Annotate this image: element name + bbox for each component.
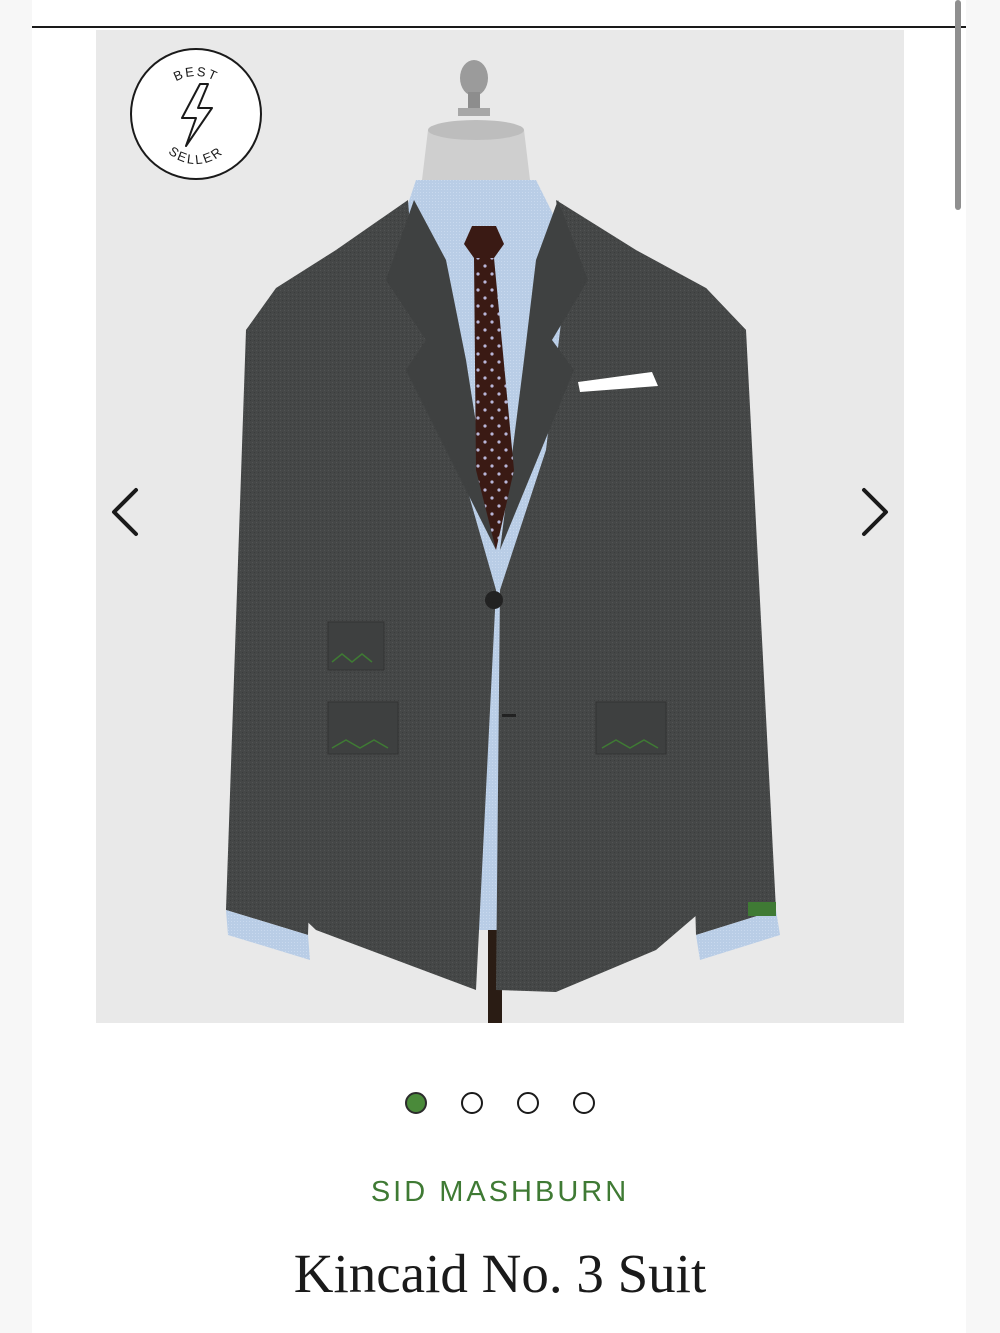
- header-divider: [32, 26, 966, 28]
- gallery-prev-button[interactable]: [104, 482, 144, 542]
- gallery-dot-4[interactable]: [573, 1092, 595, 1114]
- scrollbar[interactable]: [955, 0, 961, 210]
- product-title: Kincaid No. 3 Suit: [293, 1243, 707, 1304]
- best-seller-badge: BEST SELLER: [128, 46, 264, 182]
- gallery-dot-3[interactable]: [517, 1092, 539, 1114]
- chevron-right-icon: [862, 488, 888, 536]
- gallery-dot-1[interactable]: [405, 1092, 427, 1114]
- gallery-pagination: [0, 1092, 1000, 1118]
- product-brand[interactable]: SID MASHBURN: [0, 1176, 1000, 1209]
- gallery-dot-2[interactable]: [461, 1092, 483, 1114]
- gallery-next-button[interactable]: [856, 482, 896, 542]
- chevron-left-icon: [112, 488, 138, 536]
